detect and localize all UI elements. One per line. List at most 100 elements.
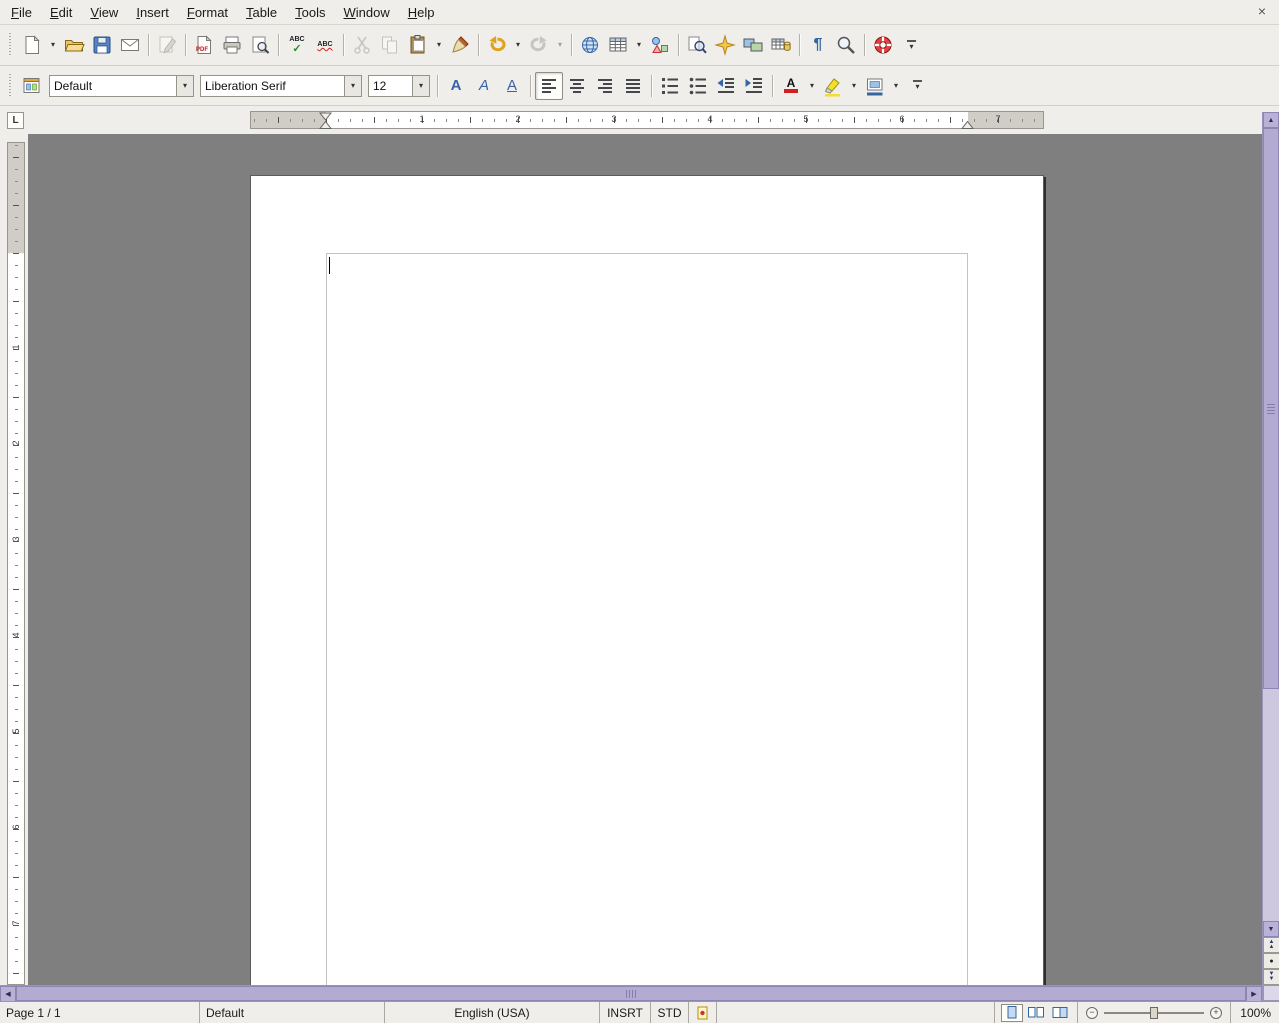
undo-dropdown[interactable]: ▾ — [511, 31, 525, 59]
numbered-list-button[interactable] — [656, 72, 684, 100]
selection-mode-field[interactable]: STD — [651, 1002, 689, 1023]
undo-button[interactable] — [483, 31, 511, 59]
language-field[interactable]: English (USA) — [385, 1002, 600, 1023]
align-center-button[interactable] — [563, 72, 591, 100]
insert-table-button[interactable] — [604, 31, 632, 59]
vertical-ruler-band[interactable]: 1 2 3 4 5 6 7 — [7, 142, 25, 985]
vertical-scrollbar-thumb[interactable] — [1263, 128, 1279, 689]
toolbar-overflow-button[interactable]: ▾ — [907, 40, 916, 51]
paste-button[interactable] — [404, 31, 432, 59]
print-button[interactable] — [218, 31, 246, 59]
tab-stop-selector[interactable]: L — [7, 112, 24, 129]
increase-indent-button[interactable] — [740, 72, 768, 100]
email-document-button[interactable] — [116, 31, 144, 59]
align-left-button[interactable] — [535, 72, 563, 100]
vertical-ruler[interactable]: 1 2 3 4 5 6 7 — [7, 134, 25, 985]
page-number-field[interactable]: Page 1 / 1 — [0, 1002, 200, 1023]
indent-marker-right[interactable] — [961, 112, 974, 130]
draw-functions-button[interactable] — [646, 31, 674, 59]
zoom-button[interactable] — [832, 31, 860, 59]
decrease-indent-button[interactable] — [712, 72, 740, 100]
font-color-button[interactable]: A — [777, 72, 805, 100]
highlighting-button[interactable] — [819, 72, 847, 100]
previous-page-button[interactable]: ▲ ▲ — [1263, 937, 1279, 953]
toolbar-grip[interactable] — [6, 74, 14, 98]
data-sources-button[interactable] — [767, 31, 795, 59]
paragraph-style-dropdown[interactable]: ▾ — [176, 76, 193, 96]
new-document-button[interactable] — [18, 31, 46, 59]
vertical-scrollbar-track[interactable] — [1263, 128, 1279, 921]
text-boundary[interactable] — [326, 253, 968, 985]
navigator-button[interactable] — [711, 31, 739, 59]
menu-view[interactable]: View — [81, 2, 127, 23]
align-right-button[interactable] — [591, 72, 619, 100]
scroll-up-button[interactable]: ▲ — [1263, 112, 1279, 128]
find-replace-button[interactable] — [683, 31, 711, 59]
indent-marker-left[interactable] — [319, 112, 332, 130]
background-color-dropdown[interactable]: ▾ — [889, 72, 903, 100]
horizontal-ruler[interactable]: 1 2 3 4 5 6 7 — [28, 111, 1262, 129]
close-icon[interactable]: × — [1253, 2, 1271, 20]
font-name-input[interactable] — [201, 76, 344, 96]
bullet-list-button[interactable] — [684, 72, 712, 100]
menu-insert[interactable]: Insert — [127, 2, 178, 23]
vertical-scrollbar[interactable]: ▲ ▼ ▲ ▲ ● ▼ ▼ — [1262, 112, 1279, 1001]
font-color-dropdown[interactable]: ▾ — [805, 72, 819, 100]
bold-button[interactable]: A — [442, 72, 470, 100]
insert-mode-field[interactable]: INSRT — [600, 1002, 651, 1023]
single-page-view-button[interactable] — [1001, 1004, 1023, 1022]
menu-tools[interactable]: Tools — [286, 2, 334, 23]
help-button[interactable] — [869, 31, 897, 59]
scroll-right-button[interactable]: ▶ — [1246, 986, 1262, 1002]
zoom-in-button[interactable]: + — [1210, 1007, 1222, 1019]
background-color-button[interactable] — [861, 72, 889, 100]
formatting-marks-button[interactable]: ¶ — [804, 31, 832, 59]
font-size-dropdown[interactable]: ▾ — [412, 76, 429, 96]
document-canvas[interactable] — [28, 134, 1262, 985]
zoom-slider-thumb[interactable] — [1150, 1007, 1158, 1019]
paragraph-style-input[interactable] — [50, 76, 176, 96]
toolbar-overflow-button[interactable]: ▾ — [913, 80, 922, 91]
document-page[interactable] — [250, 175, 1044, 985]
menu-window[interactable]: Window — [334, 2, 398, 23]
scroll-left-button[interactable]: ◀ — [0, 986, 16, 1002]
zoom-slider-track[interactable] — [1104, 1006, 1204, 1020]
gallery-button[interactable] — [739, 31, 767, 59]
underline-button[interactable]: A — [498, 72, 526, 100]
font-name-dropdown[interactable]: ▾ — [344, 76, 361, 96]
justified-button[interactable] — [619, 72, 647, 100]
zoom-level-field[interactable]: 100% — [1231, 1002, 1279, 1023]
document-modified-field[interactable] — [689, 1002, 717, 1023]
multi-page-view-button[interactable] — [1025, 1004, 1047, 1022]
open-button[interactable] — [60, 31, 88, 59]
menu-file[interactable]: File — [2, 2, 41, 23]
new-document-dropdown[interactable]: ▾ — [46, 31, 60, 59]
scroll-down-button[interactable]: ▼ — [1263, 921, 1279, 937]
page-style-field[interactable]: Default — [200, 1002, 385, 1023]
horizontal-scrollbar-thumb[interactable] — [16, 986, 1246, 1001]
menu-edit[interactable]: Edit — [41, 2, 81, 23]
zoom-out-button[interactable]: − — [1086, 1007, 1098, 1019]
page-preview-button[interactable] — [246, 31, 274, 59]
auto-spellcheck-button[interactable]: ABC — [311, 31, 339, 59]
toolbar-grip[interactable] — [6, 33, 14, 57]
horizontal-scrollbar[interactable]: ◀ ▶ — [0, 985, 1262, 1001]
italic-button[interactable]: A — [470, 72, 498, 100]
menu-format[interactable]: Format — [178, 2, 237, 23]
styles-and-formatting-button[interactable] — [18, 72, 46, 100]
insert-table-dropdown[interactable]: ▾ — [632, 31, 646, 59]
spellcheck-button[interactable]: ABC ✓ — [283, 31, 311, 59]
format-paintbrush-button[interactable] — [446, 31, 474, 59]
menu-help[interactable]: Help — [399, 2, 444, 23]
menu-table[interactable]: Table — [237, 2, 286, 23]
highlighting-dropdown[interactable]: ▾ — [847, 72, 861, 100]
export-pdf-button[interactable]: PDF — [190, 31, 218, 59]
save-button[interactable] — [88, 31, 116, 59]
book-view-button[interactable] — [1049, 1004, 1071, 1022]
navigation-button[interactable]: ● — [1263, 953, 1279, 969]
horizontal-ruler-band[interactable]: 1 2 3 4 5 6 7 — [250, 111, 1044, 129]
paste-dropdown[interactable]: ▾ — [432, 31, 446, 59]
next-page-button[interactable]: ▼ ▼ — [1263, 969, 1279, 985]
hyperlink-button[interactable] — [576, 31, 604, 59]
font-size-input[interactable] — [369, 76, 412, 96]
